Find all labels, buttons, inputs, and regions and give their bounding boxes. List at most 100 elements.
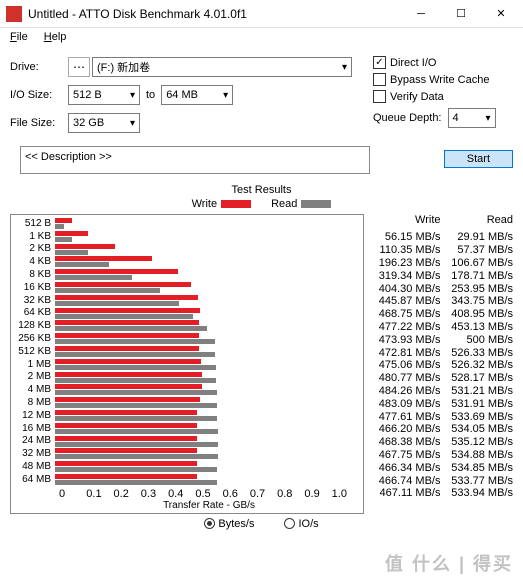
row-label: 64 MB — [13, 474, 55, 485]
row-label: 128 KB — [13, 320, 55, 331]
chart-row: 1 KB — [13, 230, 359, 243]
chart-row: 1 MB — [13, 358, 359, 371]
settings-panel: Drive: ⋯ (F:) 新加卷 I/O Size: 512 B to 64 … — [0, 48, 523, 146]
read-bar — [55, 288, 160, 293]
io-size-from-select[interactable]: 512 B — [68, 85, 140, 105]
write-bar — [55, 448, 197, 453]
row-label: 256 KB — [13, 333, 55, 344]
menu-help[interactable]: Help — [40, 30, 71, 46]
x-axis-label: Transfer Rate - GB/s — [13, 500, 359, 511]
refresh-drive-button[interactable]: ⋯ — [68, 57, 90, 77]
chart-legend: Write Read — [10, 198, 513, 210]
table-row: 467.11 MB/s533.94 MB/s — [368, 487, 513, 500]
results-panel: Test Results Write Read 512 B1 KB2 KB4 K… — [0, 180, 523, 530]
table-row: 466.34 MB/s534.85 MB/s — [368, 461, 513, 474]
chart-row: 256 KB — [13, 332, 359, 345]
start-button[interactable]: Start — [444, 150, 513, 168]
table-row: 475.06 MB/s526.32 MB/s — [368, 359, 513, 372]
chart-row: 128 KB — [13, 319, 359, 332]
table-row: 466.20 MB/s534.05 MB/s — [368, 423, 513, 436]
read-bar — [55, 467, 217, 472]
col-read: Read — [441, 214, 514, 226]
read-bar — [55, 237, 72, 242]
row-label: 16 KB — [13, 282, 55, 293]
io-size-to-select[interactable]: 64 MB — [161, 85, 233, 105]
write-bar — [55, 436, 197, 441]
table-row: 445.87 MB/s343.75 MB/s — [368, 295, 513, 308]
chart-row: 2 MB — [13, 371, 359, 384]
menu-file[interactable]: File — [6, 30, 32, 46]
x-axis: 00.10.20.30.40.50.60.70.80.91.0 — [13, 488, 359, 500]
table-row: 467.75 MB/s534.88 MB/s — [368, 449, 513, 462]
table-row: 110.35 MB/s57.37 MB/s — [368, 244, 513, 257]
table-row: 483.09 MB/s531.91 MB/s — [368, 397, 513, 410]
row-label: 32 KB — [13, 295, 55, 306]
write-bar — [55, 244, 115, 249]
io-per-sec-radio[interactable]: IO/s — [284, 518, 318, 530]
read-swatch — [301, 200, 331, 208]
write-bar — [55, 218, 72, 223]
row-label: 48 MB — [13, 461, 55, 472]
chart-row: 2 KB — [13, 243, 359, 256]
table-row: 473.93 MB/s500 MB/s — [368, 333, 513, 346]
read-bar — [55, 326, 207, 331]
drive-label: Drive: — [10, 61, 68, 73]
bypass-cache-checkbox[interactable]: Bypass Write Cache — [373, 73, 513, 86]
read-bar — [55, 378, 216, 383]
table-row: 484.26 MB/s531.21 MB/s — [368, 385, 513, 398]
write-bar — [55, 384, 202, 389]
file-size-select[interactable]: 32 GB — [68, 113, 140, 133]
table-row: 477.22 MB/s453.13 MB/s — [368, 321, 513, 334]
drive-select[interactable]: (F:) 新加卷 — [92, 57, 352, 77]
read-bar — [55, 429, 218, 434]
read-bar — [55, 262, 109, 267]
read-bar — [55, 224, 64, 229]
queue-depth-label: Queue Depth: — [373, 112, 442, 124]
write-bar — [55, 269, 178, 274]
write-bar — [55, 474, 197, 479]
write-bar — [55, 333, 199, 338]
table-row: 196.23 MB/s106.67 MB/s — [368, 257, 513, 270]
chart-row: 512 B — [13, 217, 359, 230]
direct-io-checkbox[interactable]: ✓Direct I/O — [373, 56, 513, 69]
table-row: 477.61 MB/s533.69 MB/s — [368, 410, 513, 423]
row-label: 512 B — [13, 218, 55, 229]
write-swatch — [221, 200, 251, 208]
table-row: 56.15 MB/s29.91 MB/s — [368, 231, 513, 244]
menubar: File Help — [0, 28, 523, 48]
window-title: Untitled - ATTO Disk Benchmark 4.01.0f1 — [28, 7, 401, 21]
row-label: 64 KB — [13, 307, 55, 318]
row-label: 24 MB — [13, 435, 55, 446]
row-label: 32 MB — [13, 448, 55, 459]
chart-row: 16 MB — [13, 422, 359, 435]
write-bar — [55, 397, 200, 402]
verify-data-checkbox[interactable]: Verify Data — [373, 90, 513, 103]
close-button[interactable]: ✕ — [481, 1, 521, 27]
read-bar — [55, 403, 217, 408]
bytes-per-sec-radio[interactable]: Bytes/s — [204, 518, 254, 530]
chart-row: 12 MB — [13, 409, 359, 422]
maximize-button[interactable]: ☐ — [441, 1, 481, 27]
titlebar: Untitled - ATTO Disk Benchmark 4.01.0f1 … — [0, 0, 523, 28]
results-title: Test Results — [10, 184, 513, 196]
app-icon — [6, 6, 22, 22]
file-size-label: File Size: — [10, 117, 68, 129]
queue-depth-select[interactable]: 4 — [448, 108, 496, 128]
row-label: 1 MB — [13, 359, 55, 370]
row-label: 16 MB — [13, 423, 55, 434]
read-bar — [55, 301, 179, 306]
chart-row: 64 KB — [13, 307, 359, 320]
read-bar — [55, 442, 218, 447]
description-input[interactable]: << Description >> — [20, 146, 370, 174]
chart-row: 64 MB — [13, 473, 359, 486]
table-row: 468.38 MB/s535.12 MB/s — [368, 436, 513, 449]
table-row: 466.74 MB/s533.77 MB/s — [368, 474, 513, 487]
row-label: 1 KB — [13, 231, 55, 242]
chart-row: 48 MB — [13, 460, 359, 473]
results-table: Write Read 56.15 MB/s29.91 MB/s110.35 MB… — [368, 214, 513, 514]
read-bar — [55, 416, 217, 421]
write-bar — [55, 231, 88, 236]
read-bar — [55, 454, 218, 459]
minimize-button[interactable]: ─ — [401, 1, 441, 27]
write-bar — [55, 423, 197, 428]
